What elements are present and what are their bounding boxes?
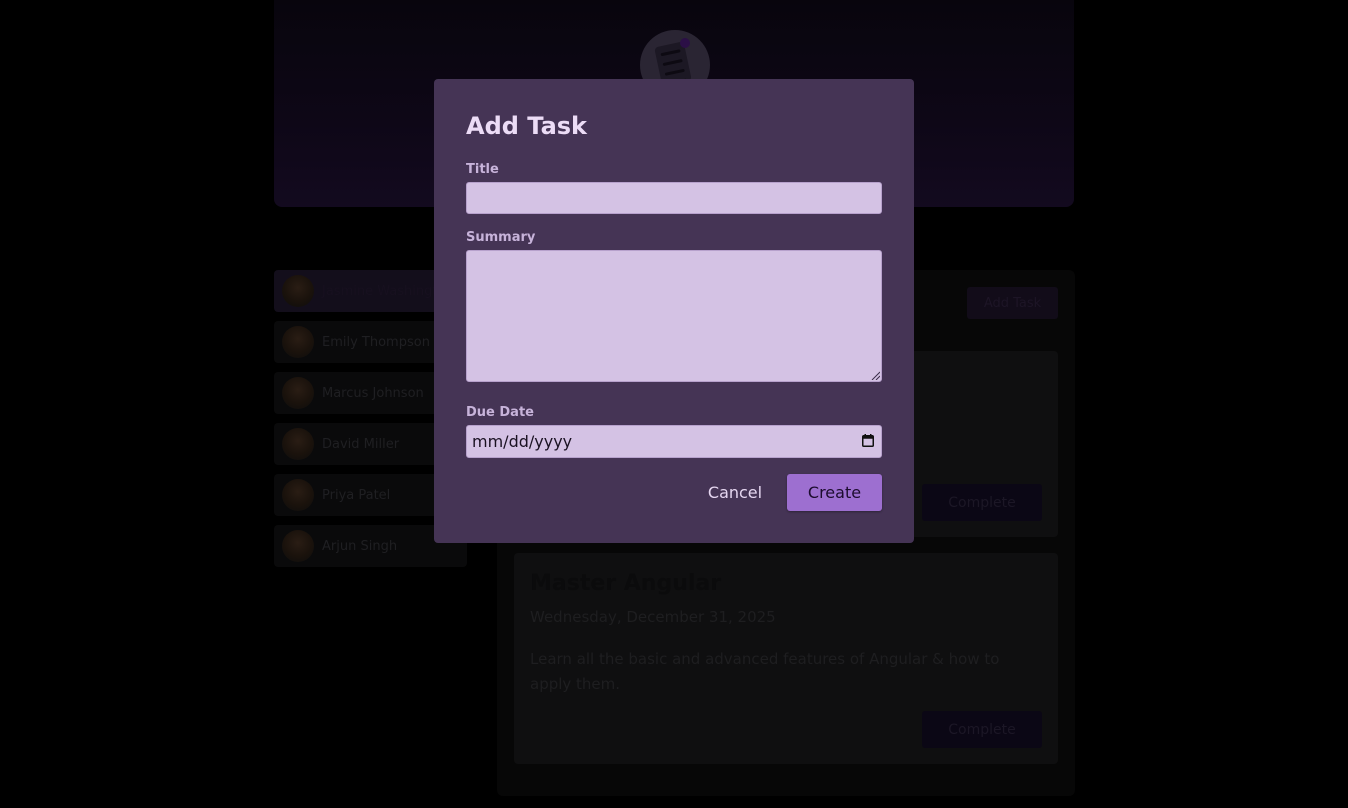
task-title: Master Angular: [530, 571, 722, 596]
avatar: [282, 428, 314, 460]
due-date-input[interactable]: mm/dd/yyyy: [466, 425, 882, 458]
user-name: Marcus Johnson: [322, 385, 424, 401]
task-card: Master Angular Wednesday, December 31, 2…: [514, 553, 1058, 764]
task-summary: Learn all the basic and advanced feature…: [530, 650, 1000, 693]
user-name: Priya Patel: [322, 487, 391, 503]
summary-label: Summary: [466, 230, 536, 245]
title-label: Title: [466, 162, 499, 177]
avatar: [282, 479, 314, 511]
avatar: [282, 275, 314, 307]
resize-grip-icon[interactable]: [870, 370, 880, 380]
dialog-title: Add Task: [466, 112, 588, 140]
avatar: [282, 530, 314, 562]
due-date-label: Due Date: [466, 405, 534, 420]
summary-textarea[interactable]: [466, 250, 882, 382]
create-button[interactable]: Create: [787, 474, 882, 511]
title-input[interactable]: [466, 182, 882, 214]
avatar: [282, 377, 314, 409]
user-name: Arjun Singh: [322, 538, 398, 554]
complete-button[interactable]: Complete: [922, 484, 1042, 521]
task-date: Wednesday, December 31, 2025: [530, 608, 776, 626]
complete-button[interactable]: Complete: [922, 711, 1042, 748]
calendar-icon[interactable]: [862, 434, 874, 447]
add-task-dialog: Add Task Title Summary Due Date mm/dd/yy…: [434, 79, 914, 543]
user-name: Emily Thompson: [322, 334, 430, 350]
user-name: David Miller: [322, 436, 400, 452]
add-task-button[interactable]: Add Task: [967, 287, 1058, 319]
due-date-placeholder: mm/dd/yyyy: [472, 432, 573, 451]
avatar: [282, 326, 314, 358]
cancel-button[interactable]: Cancel: [696, 474, 774, 511]
